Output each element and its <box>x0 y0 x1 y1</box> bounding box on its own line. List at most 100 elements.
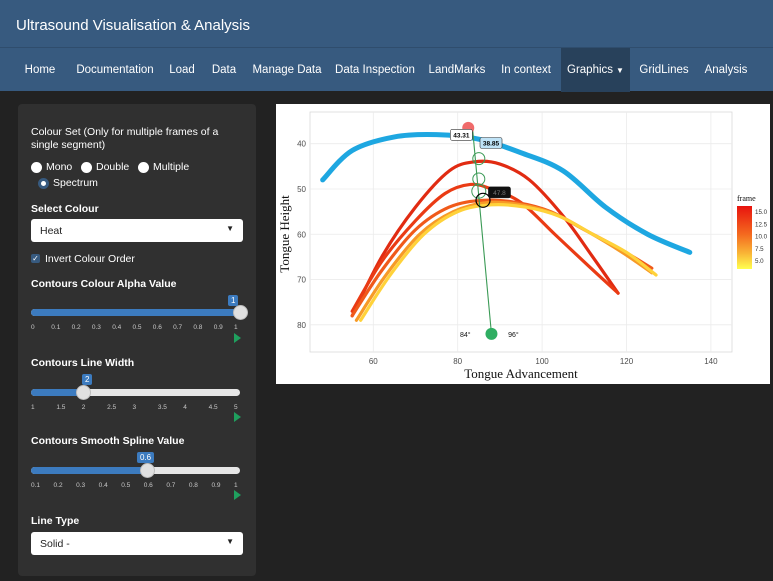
radio-multiple[interactable] <box>138 162 149 173</box>
annotation-label: 38.85 <box>483 141 500 148</box>
radio-spectrum[interactable] <box>38 178 49 189</box>
slider-tick-label: 0.3 <box>76 482 86 489</box>
radio-double[interactable] <box>81 162 92 173</box>
slider-tick-label: 0.2 <box>53 482 63 489</box>
line-width-slider-handle[interactable] <box>76 385 92 400</box>
nav-home[interactable]: Home <box>16 48 64 92</box>
x-tick-label: 60 <box>369 357 378 366</box>
nav-graphics[interactable]: Graphics ▼ <box>561 48 630 92</box>
slider-tick-label: 0.9 <box>211 482 221 489</box>
radio-mono-label: Mono <box>46 161 73 173</box>
slider-tick-label: 0.4 <box>112 324 122 331</box>
nav-analysis[interactable]: Analysis <box>700 48 752 92</box>
alpha-slider-value: 1 <box>228 295 239 306</box>
app-header: Ultrasound Visualisation & Analysis <box>0 0 773 47</box>
slider-tick-label: 4 <box>183 404 187 411</box>
radio-double-label: Double <box>96 161 130 173</box>
nav-in-context[interactable]: In context <box>497 48 555 92</box>
nav-gridlines[interactable]: GridLines <box>637 48 691 92</box>
nav-load[interactable]: Load <box>165 48 199 92</box>
line-type-select[interactable]: Solid - ▼ <box>31 532 243 555</box>
settings-sidebar: Colour Set (Only for multiple frames of … <box>18 104 256 576</box>
colour-select[interactable]: Heat ▼ <box>31 219 243 242</box>
y-tick-label: 80 <box>297 321 306 330</box>
slider-tick-label: 0.5 <box>132 324 142 331</box>
slider-tick-label: 0.5 <box>121 482 131 489</box>
radio-spectrum-label: Spectrum <box>53 177 98 189</box>
slider-tick-label: 3 <box>132 404 137 411</box>
caret-down-icon: ▼ <box>226 224 234 233</box>
play-icon[interactable] <box>234 490 241 500</box>
nav-data[interactable]: Data <box>207 48 241 92</box>
line-type-select-value: Solid - <box>40 538 70 550</box>
slider-tick-label: 0.7 <box>173 324 183 331</box>
chevron-down-icon: ▼ <box>616 66 624 75</box>
slider-tick-label: 0.2 <box>71 324 81 331</box>
radio-multiple-label: Multiple <box>153 161 190 173</box>
legend-tick-label: 10.0 <box>755 234 768 241</box>
spline-slider-value: 0.6 <box>137 452 155 463</box>
line-width-slider-value: 2 <box>82 374 93 385</box>
slider-tick-label: 0 <box>31 324 35 331</box>
play-icon[interactable] <box>234 333 241 343</box>
x-tick-label: 80 <box>453 357 462 366</box>
app-title: Ultrasound Visualisation & Analysis <box>16 17 251 34</box>
slider-tick-label: 1 <box>31 404 35 411</box>
nav-manage-data[interactable]: Manage Data <box>250 48 324 92</box>
caret-down-icon: ▼ <box>226 537 234 546</box>
alpha-slider-ticks: 0 0.1 0.2 0.3 0.4 0.5 0.6 0.7 0.8 0.9 1 <box>31 324 240 338</box>
slider-tick-label: 0.8 <box>193 324 203 331</box>
spline-slider-ticks: 0.1 0.2 0.3 0.4 0.5 0.6 0.7 0.8 0.9 1 <box>31 482 240 496</box>
x-tick-label: 140 <box>704 357 718 366</box>
y-axis-label: Tongue Height <box>277 195 292 273</box>
select-colour-label: Select Colour <box>31 203 99 215</box>
legend-colorbar <box>737 206 752 269</box>
slider-tick-label: 0.6 <box>152 324 162 331</box>
y-axis-ticks: 40 50 60 70 80 <box>297 140 306 330</box>
slider-tick-label: 1.5 <box>56 404 66 411</box>
x-tick-label: 120 <box>620 357 634 366</box>
base-marker <box>485 327 498 340</box>
slider-tick-label: 2.5 <box>107 404 117 411</box>
x-axis-ticks: 60 80 100 120 140 <box>369 357 718 366</box>
legend: frame 15.0 12.5 10.0 7.5 5.0 <box>737 194 768 269</box>
legend-tick-label: 7.5 <box>755 246 764 253</box>
slider-tick-label: 4.5 <box>208 404 218 411</box>
nav-data-inspection[interactable]: Data Inspection <box>333 48 417 92</box>
spline-slider-fill <box>31 467 148 474</box>
legend-tick-label: 5.0 <box>755 258 764 265</box>
y-tick-label: 50 <box>297 185 306 194</box>
line-width-slider-ticks: 1 1.5 2 2.5 3 3.5 4 4.5 5 <box>31 404 240 418</box>
slider-tick-label: 1 <box>234 324 238 331</box>
y-tick-label: 40 <box>297 140 306 149</box>
legend-tick-label: 15.0 <box>755 209 768 216</box>
spline-slider-track[interactable] <box>31 467 240 474</box>
nav-graphics-label: Graphics <box>567 64 614 76</box>
colour-set-label: Colour Set (Only for multiple frames of … <box>31 126 219 151</box>
alpha-slider-track[interactable] <box>31 309 240 316</box>
x-axis-label: Tongue Advancement <box>464 366 578 381</box>
slider-tick-label: 0.3 <box>91 324 101 331</box>
angle-label: 96° <box>508 331 519 339</box>
y-tick-label: 70 <box>297 276 306 285</box>
line-type-label: Line Type <box>31 515 80 527</box>
annotation-label: 43.31 <box>453 132 470 139</box>
nav-landmarks[interactable]: LandMarks <box>425 48 489 92</box>
slider-tick-label: 5 <box>234 404 238 411</box>
colour-select-value: Heat <box>40 225 63 237</box>
spline-slider-label: Contours Smooth Spline Value <box>31 435 185 447</box>
alpha-slider-label: Contours Colour Alpha Value <box>31 278 177 290</box>
tongue-contour-plot: 43.31 38.85 47.8 84° 96° Tongue Advancement … <box>276 104 770 384</box>
slider-tick-label: 2 <box>81 404 86 411</box>
nav-documentation[interactable]: Documentation <box>72 48 158 92</box>
spline-slider-handle[interactable] <box>140 463 156 478</box>
slider-tick-label: 0.8 <box>188 482 198 489</box>
radio-mono[interactable] <box>31 162 42 173</box>
legend-ticks: 15.0 12.5 10.0 7.5 5.0 <box>755 209 768 265</box>
play-icon[interactable] <box>234 412 241 422</box>
line-width-slider-track[interactable] <box>31 389 240 396</box>
legend-title: frame <box>737 194 756 203</box>
alpha-slider-handle[interactable] <box>233 305 248 320</box>
alpha-slider-fill <box>31 309 240 316</box>
invert-colour-checkbox[interactable]: ✓ <box>31 254 40 263</box>
